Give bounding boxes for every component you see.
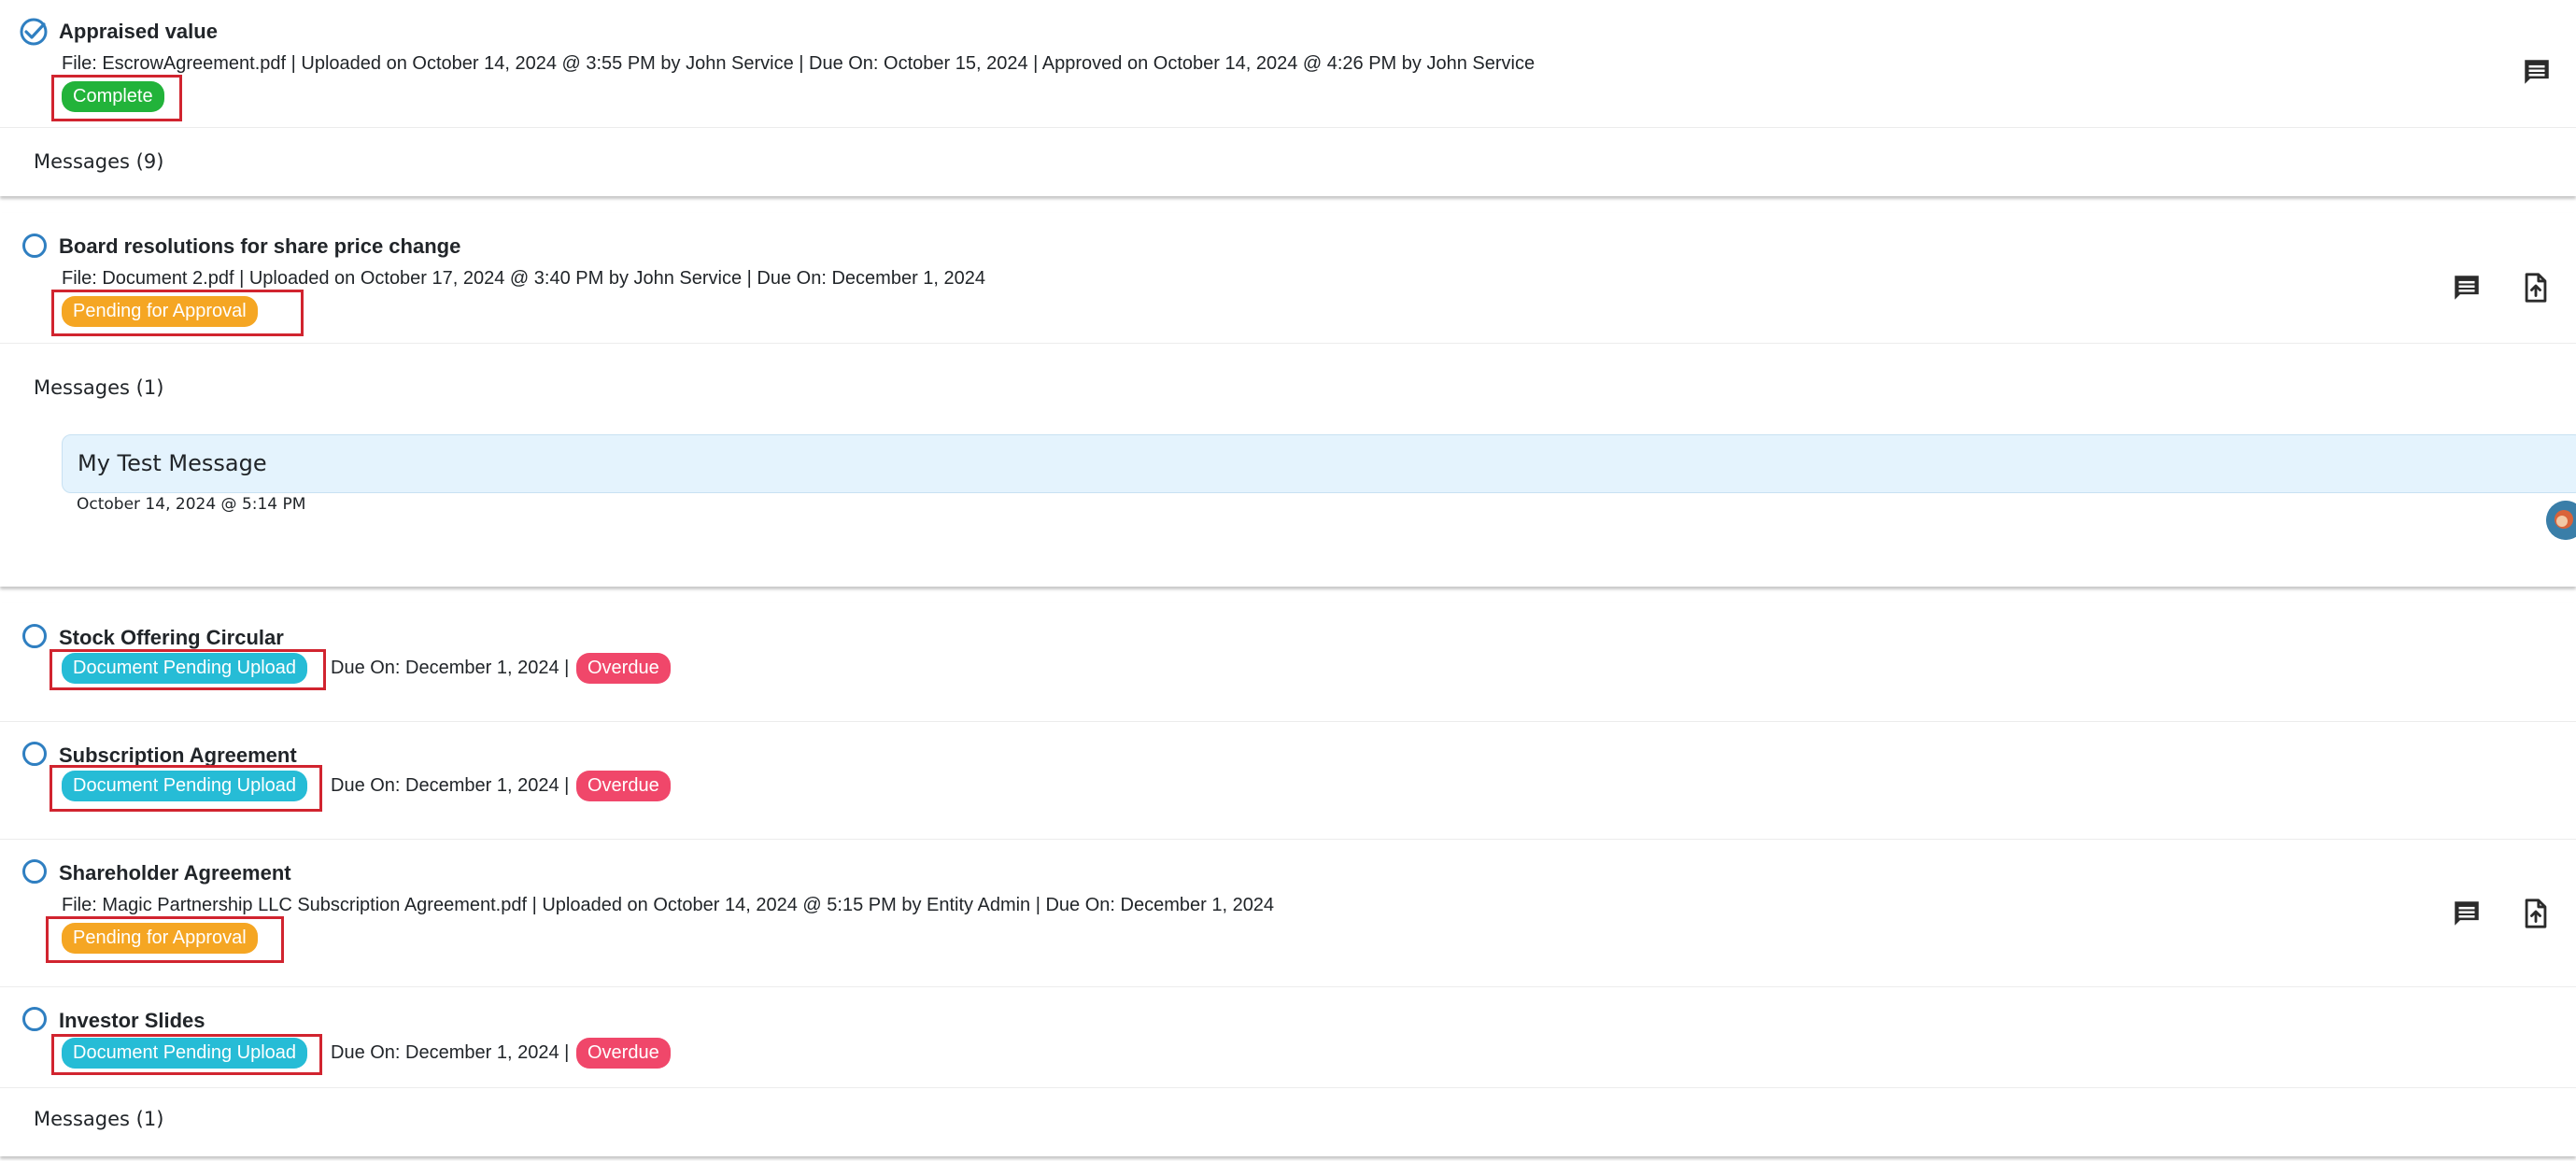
status-badge: Complete (62, 81, 164, 112)
task-title[interactable]: Board resolutions for share price change (59, 234, 460, 259)
circle-icon[interactable] (22, 234, 47, 258)
status-badge: Pending for Approval (62, 296, 258, 327)
task-title[interactable]: Shareholder Agreement (59, 861, 291, 885)
messages-toggle[interactable]: Messages (1) (34, 376, 163, 399)
divider (0, 343, 2576, 344)
status-badge: Document Pending Upload (62, 653, 308, 684)
due-date: Due On: December 1, 2024 | (331, 775, 570, 796)
status-badge: Document Pending Upload (62, 771, 308, 801)
message-text: My Test Message (78, 450, 267, 476)
task-meta: File: EscrowAgreement.pdf | Uploaded on … (62, 53, 1536, 74)
task-title[interactable]: Investor Slides (59, 1009, 205, 1033)
task-meta: File: Document 2.pdf | Uploaded on Octob… (62, 268, 986, 289)
overdue-badge: Overdue (576, 653, 671, 684)
task-title[interactable]: Appraised value (59, 20, 218, 44)
divider (0, 839, 2576, 840)
circle-icon[interactable] (22, 624, 47, 648)
task-card-board-resolutions: Board resolutions for share price change… (0, 213, 2576, 587)
due-date: Due On: December 1, 2024 | (331, 1042, 570, 1063)
status-badge: Document Pending Upload (62, 1038, 308, 1069)
circle-icon[interactable] (22, 859, 47, 884)
comment-icon[interactable] (2521, 56, 2553, 88)
comment-icon[interactable] (2451, 898, 2483, 929)
divider (0, 986, 2576, 987)
file-upload-icon[interactable] (2520, 898, 2552, 929)
status-badge: Pending for Approval (62, 923, 258, 954)
message-date: October 14, 2024 @ 5:14 PM (77, 495, 306, 514)
avatar (2546, 501, 2576, 540)
messages-toggle[interactable]: Messages (1) (34, 1108, 163, 1130)
divider (0, 1087, 2576, 1088)
task-title[interactable]: Stock Offering Circular (59, 626, 284, 650)
messages-toggle[interactable]: Messages (9) (34, 150, 163, 173)
file-upload-icon[interactable] (2520, 272, 2552, 304)
overdue-badge: Overdue (576, 771, 671, 801)
due-date: Due On: December 1, 2024 | (331, 658, 570, 678)
divider (0, 721, 2576, 722)
task-card-appraised-value: Appraised value File: EscrowAgreement.pd… (0, 0, 2576, 196)
task-card-group: Stock Offering Circular Document Pending… (0, 603, 2576, 1156)
comment-icon[interactable] (2451, 272, 2483, 304)
overdue-badge: Overdue (576, 1038, 671, 1069)
circle-icon[interactable] (22, 1007, 47, 1031)
check-circle-icon[interactable] (19, 17, 49, 47)
task-meta: File: Magic Partnership LLC Subscription… (62, 895, 1275, 915)
message-bubble: My Test Message (62, 434, 2576, 493)
divider (0, 127, 2576, 128)
circle-icon[interactable] (22, 742, 47, 766)
